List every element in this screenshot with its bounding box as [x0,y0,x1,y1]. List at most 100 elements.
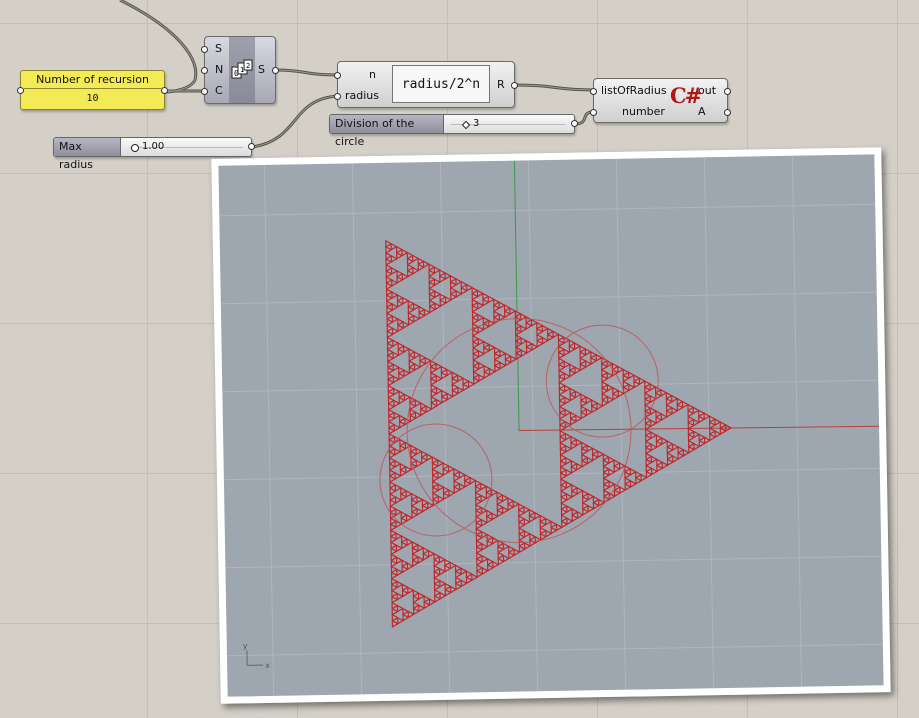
division-slider-knob[interactable] [461,120,471,130]
fractal-triangle [565,481,573,490]
fractal-triangle [719,427,728,436]
csharp-component[interactable]: listOfRadius number out A C# [590,78,731,123]
fractal-triangle [439,591,447,600]
fractal-triangle [386,300,394,309]
fractal-triangle [660,388,668,397]
division-slider-grip[interactable] [571,120,578,127]
expression-component[interactable]: n radius radius/2^n R [334,61,518,108]
fractal-triangle [387,372,395,381]
fractal-triangle [601,374,609,383]
number-of-recursion-panel[interactable]: Number of recursion 10 [17,70,168,110]
fractal-triangle [591,399,599,408]
series-s-grip[interactable] [201,46,208,53]
division-slider[interactable]: Division of the circle 3 [329,114,578,148]
csharp-list-grip[interactable] [590,88,597,95]
csharp-a-grip[interactable] [724,109,731,116]
fractal-triangle [644,398,652,407]
fractal-triangle [431,456,439,465]
fractal-triangle [393,387,401,396]
fractal-triangle [613,459,621,468]
fractal-triangle [402,607,410,616]
fractal-triangle [398,372,406,381]
max-radius-slider-grip[interactable] [248,143,255,150]
max-radius-slider-knob[interactable] [131,144,139,152]
fractal-triangle [493,298,501,307]
expr-n-grip[interactable] [334,72,341,79]
fractal-triangle [622,368,630,377]
panel-output-grip[interactable] [161,87,168,94]
fractal-triangle [471,304,479,313]
fractal-triangle [412,589,420,598]
fractal-triangle [566,517,574,526]
expr-r-grip[interactable] [511,82,518,89]
fractal-triangle [507,503,515,512]
fractal-triangle [666,446,674,455]
fractal-triangle [523,529,532,539]
panel-input-grip[interactable] [17,87,24,94]
expr-radius-grip[interactable] [334,93,341,100]
fractal-triangle [518,514,526,524]
fractal-triangle [457,386,465,395]
fractal-triangle [389,487,397,496]
fractal-triangle [515,334,523,343]
fractal-triangle [391,303,399,312]
fractal-triangle [460,567,468,576]
fractal-triangle [692,406,700,415]
fractal-triangle [395,245,404,254]
fractal-triangle [665,403,674,412]
series-c-grip[interactable] [201,88,208,95]
expression-code[interactable]: radius/2^n [392,65,490,103]
fractal-triangle [571,489,579,498]
fractal-triangle [435,374,443,383]
fractal-triangle [569,387,577,396]
fractal-triangle [587,504,595,513]
fractal-triangle [431,468,440,477]
fractal-triangle [389,499,397,508]
fractal-triangle [581,453,589,462]
fractal-triangle [405,513,414,523]
fractal-triangle [613,465,621,474]
fractal-triangle [597,450,605,459]
fractal-triangle [493,304,501,313]
fractal-triangle [391,613,399,622]
fractal-triangle [638,377,646,386]
fractal-triangle [390,547,398,556]
fractal-triangle [414,411,423,420]
fractal-triangle [579,357,587,366]
fractal-triangle [487,563,495,572]
fractal-triangle [417,555,425,565]
fractal-triangle [391,278,399,287]
fractal-triangle [569,393,577,402]
fractal-triangle [497,545,505,554]
fractal-triangle [481,566,489,575]
fractal-triangle [412,607,421,616]
fractal-triangle [628,383,636,392]
fractal-triangle [428,269,436,278]
series-n-grip[interactable] [201,67,208,74]
max-radius-slider-label: Max radius [54,138,121,171]
fractal-triangle [385,251,393,260]
fractal-triangle [514,315,522,325]
fractal-triangle [560,490,568,499]
fractal-triangle [649,383,657,392]
fractal-triangle [438,555,446,564]
csharp-number-grip[interactable] [590,109,597,116]
fractal-triangle [536,339,544,348]
fractal-triangle [671,442,680,452]
rhino-viewport[interactable]: y x [211,147,891,704]
series-out-grip[interactable] [272,67,279,74]
fractal-triangle [388,456,397,466]
fractal-triangle [427,501,435,510]
fractal-triangle [428,299,437,308]
fractal-triangle [425,405,433,414]
series-component[interactable]: S N C S 0 1 2 [201,36,279,104]
fractal-triangle [472,334,480,343]
fractal-triangle [415,459,423,468]
fractal-triangle [423,595,431,604]
fractal-triangle [395,556,404,565]
csharp-out-grip[interactable] [724,88,731,95]
fractal-triangle [419,359,427,369]
fractal-triangle [719,421,727,430]
fractal-triangle [390,266,399,275]
max-radius-slider[interactable]: Max radius 1.00 [53,137,255,171]
